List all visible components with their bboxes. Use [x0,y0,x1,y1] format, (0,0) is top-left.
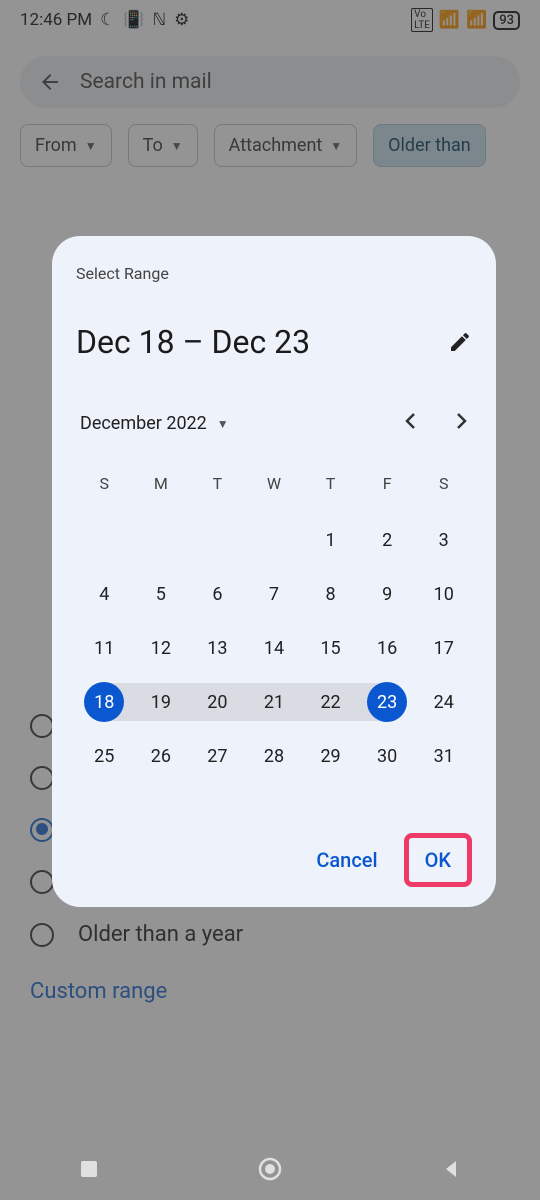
calendar-day[interactable]: 12 [133,621,190,675]
dialog-title: Select Range [76,264,472,283]
calendar-day[interactable]: 8 [302,567,359,621]
calendar-day[interactable]: 28 [246,729,303,783]
day-of-week-header: T [189,464,246,513]
selected-range-text: Dec 18 – Dec 23 [76,323,310,361]
cancel-button[interactable]: Cancel [300,838,393,882]
calendar-day[interactable]: 6 [189,567,246,621]
calendar-day[interactable]: 9 [359,567,416,621]
calendar-day[interactable]: 11 [76,621,133,675]
ok-button[interactable]: OK [411,840,465,880]
calendar-day[interactable]: 22 [302,675,359,729]
calendar-day[interactable]: 17 [415,621,472,675]
calendar-day[interactable]: 5 [133,567,190,621]
system-nav-bar [0,1142,540,1200]
calendar-grid: SMTWTFS 12345678910111213141516171819202… [76,464,472,783]
recent-apps-button[interactable] [78,1158,100,1184]
calendar-day[interactable]: 18 [76,675,133,729]
calendar-day[interactable]: 7 [246,567,303,621]
calendar-day [76,513,133,567]
calendar-day[interactable]: 20 [189,675,246,729]
calendar-day[interactable]: 15 [302,621,359,675]
calendar-day[interactable]: 25 [76,729,133,783]
calendar-day [189,513,246,567]
day-of-week-header: W [246,464,303,513]
day-of-week-header: S [76,464,133,513]
calendar-day[interactable]: 27 [189,729,246,783]
date-range-dialog: Select Range Dec 18 – Dec 23 December 20… [52,236,496,907]
month-selector[interactable]: December 2022 ▼ [80,413,229,434]
calendar-day[interactable]: 19 [133,675,190,729]
back-button[interactable] [440,1158,462,1184]
prev-month-button[interactable] [404,411,416,436]
calendar-day [133,513,190,567]
ok-button-highlight: OK [404,833,472,887]
day-of-week-header: T [302,464,359,513]
calendar-day[interactable]: 2 [359,513,416,567]
calendar-day [246,513,303,567]
calendar-day[interactable]: 16 [359,621,416,675]
home-button[interactable] [257,1156,283,1186]
calendar-day[interactable]: 10 [415,567,472,621]
calendar-day[interactable]: 26 [133,729,190,783]
calendar-day[interactable]: 21 [246,675,303,729]
day-of-week-header: F [359,464,416,513]
calendar-day[interactable]: 30 [359,729,416,783]
calendar-day[interactable]: 24 [415,675,472,729]
edit-icon[interactable] [448,330,472,354]
calendar-day[interactable]: 14 [246,621,303,675]
calendar-day[interactable]: 31 [415,729,472,783]
day-of-week-header: S [415,464,472,513]
month-label-text: December 2022 [80,413,207,434]
day-of-week-header: M [133,464,190,513]
calendar-day[interactable]: 23 [359,675,416,729]
chevron-down-icon: ▼ [217,417,229,431]
calendar-day[interactable]: 1 [302,513,359,567]
calendar-day[interactable]: 29 [302,729,359,783]
next-month-button[interactable] [456,411,468,436]
calendar-day[interactable]: 4 [76,567,133,621]
calendar-day[interactable]: 13 [189,621,246,675]
calendar-day[interactable]: 3 [415,513,472,567]
